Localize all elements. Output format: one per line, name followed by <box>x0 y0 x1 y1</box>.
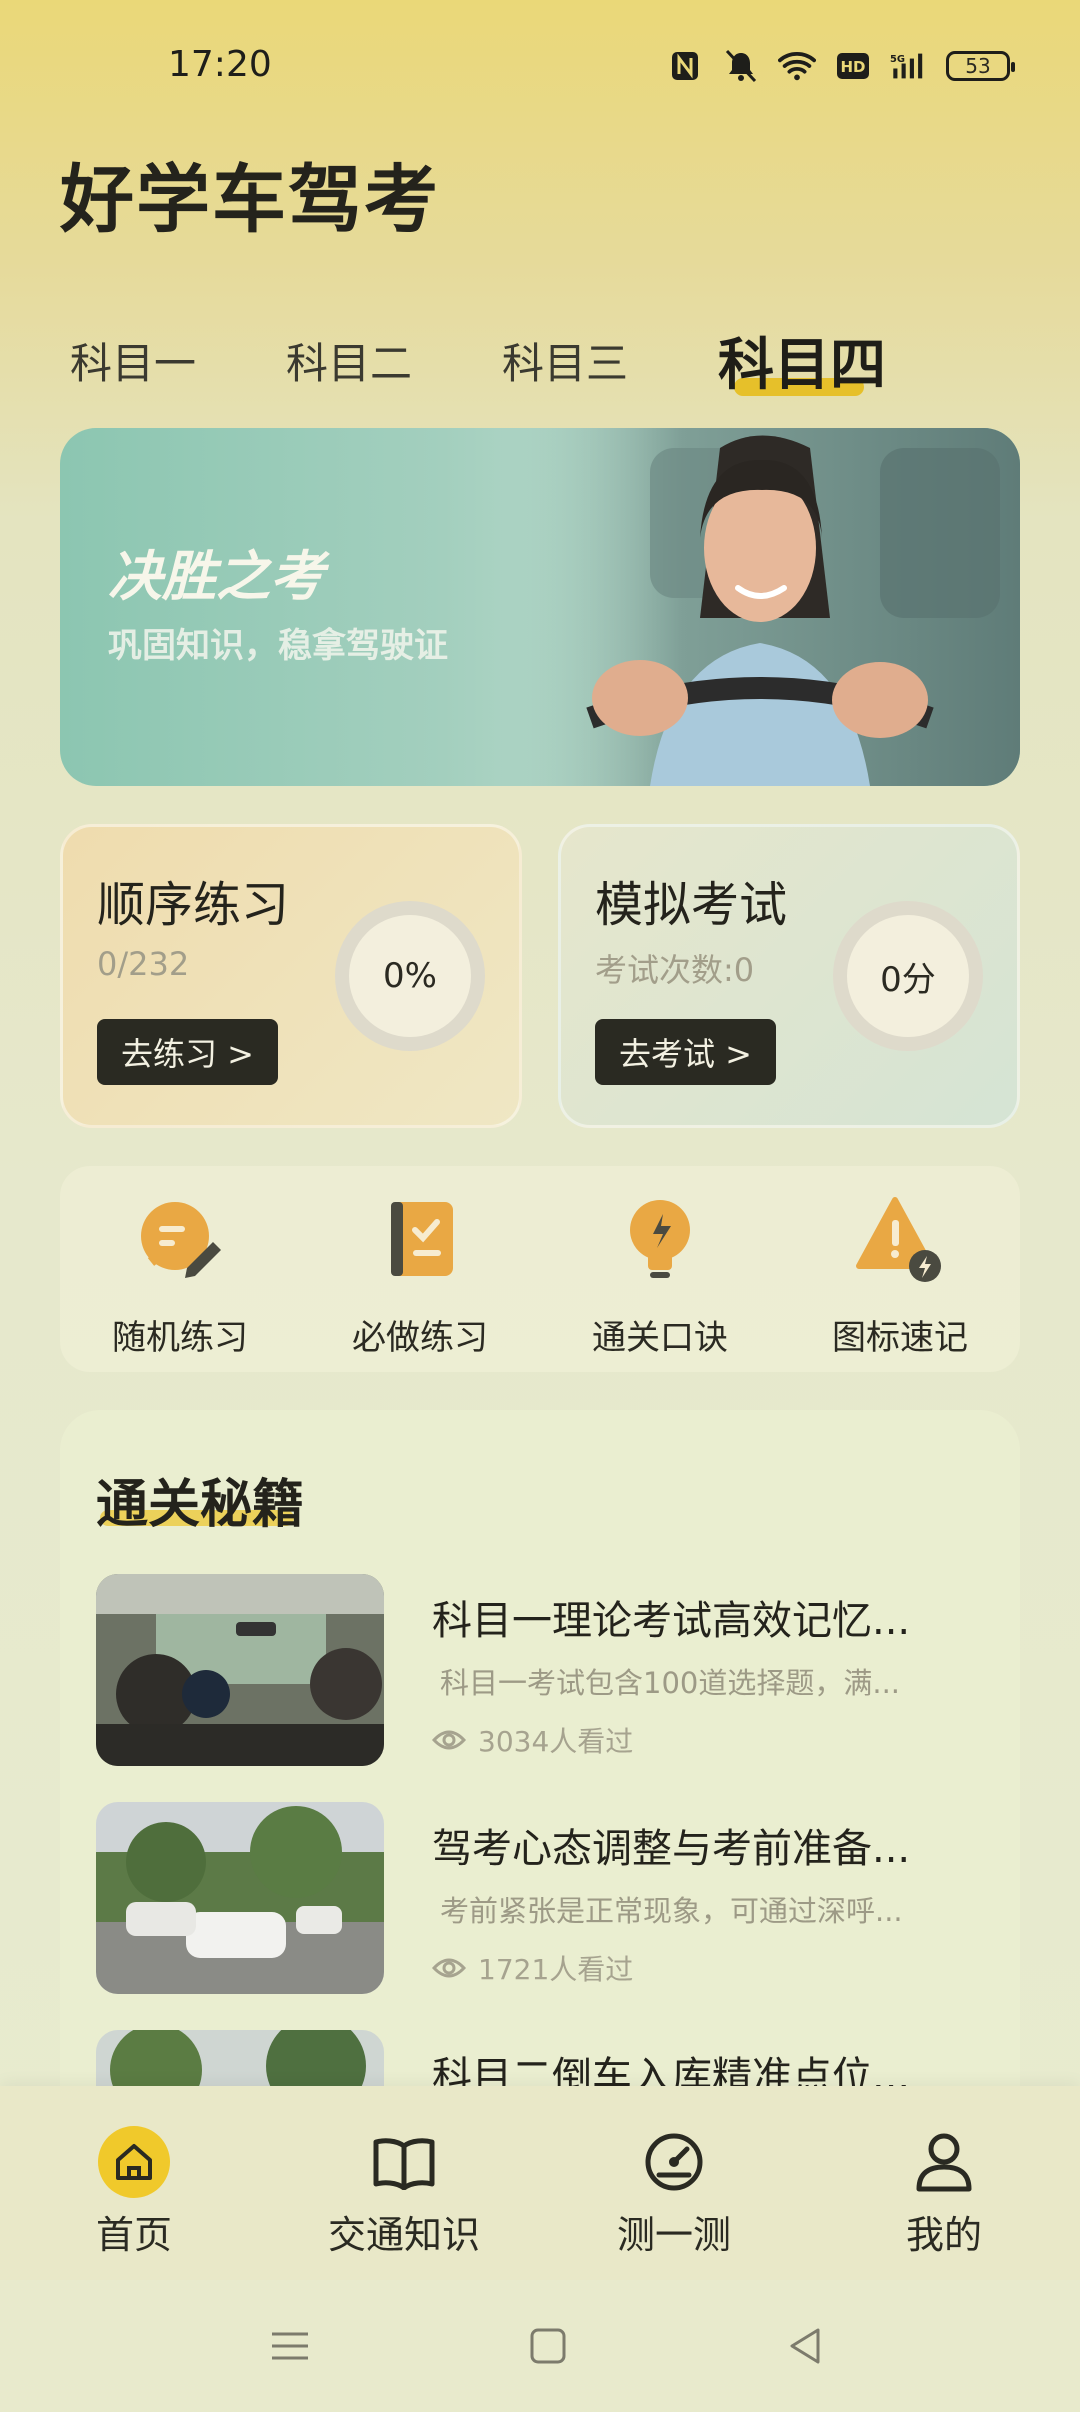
quick-label: 随机练习 <box>112 1318 248 1358</box>
quick-label: 通关口诀 <box>592 1318 728 1358</box>
nav-home[interactable]: 首页 <box>24 2126 244 2259</box>
status-time: 17:20 <box>168 44 272 85</box>
article-title: 驾考心态调整与考前准备... <box>432 1826 911 1872</box>
promo-banner[interactable]: 决胜之考 巩固知识，稳拿驾驶证 <box>60 428 1020 786</box>
back-icon[interactable] <box>782 2322 830 2370</box>
quick-random-practice[interactable]: 随机练习 <box>80 1194 280 1359</box>
nav-profile[interactable]: 我的 <box>834 2126 1054 2259</box>
practice-percent: 0% <box>383 956 437 996</box>
quick-actions: 随机练习 必做练习 通关口诀 图标速记 <box>60 1166 1020 1372</box>
system-nav-bar <box>0 2280 1080 2412</box>
card-title: 顺序练习 <box>97 877 290 933</box>
nav-label: 测一测 <box>616 2213 731 2257</box>
hd-icon: HD <box>834 48 872 84</box>
nav-label: 首页 <box>95 2213 172 2257</box>
mute-bell-icon <box>722 48 760 84</box>
tab-subject-4[interactable]: 科目四 <box>718 320 886 401</box>
home-square-icon[interactable] <box>524 2322 572 2370</box>
quick-required-practice[interactable]: 必做练习 <box>320 1194 520 1359</box>
article-desc: 科目一考试包含100道选择题，满... <box>440 1666 901 1700</box>
battery-icon: 53 <box>946 51 1015 81</box>
tips-title: 通关秘籍 <box>96 1475 305 1535</box>
go-exam-button[interactable]: 去考试 > <box>595 1019 776 1085</box>
status-icons: HD 5G 53 <box>666 48 1015 84</box>
exam-attempts: 考试次数:0 <box>595 951 755 989</box>
exam-score: 0分 <box>880 959 936 1000</box>
article-desc: 考前紧张是正常现象，可通过深呼... <box>440 1894 903 1928</box>
tips-section: 通关秘籍 科目一理论考试高效记忆... 科目一考试包含100道选择题，满... … <box>60 1410 1020 2130</box>
exam-score-ring: 0分 <box>833 901 983 1051</box>
warning-sign-icon <box>856 1197 941 1282</box>
nav-traffic-knowledge[interactable]: 交通知识 <box>294 2126 514 2259</box>
book-icon <box>368 2126 440 2198</box>
checklist-book-icon <box>391 1202 453 1276</box>
status-bar: 17:20 HD 5G 53 <box>0 0 1080 140</box>
practice-percent-ring: 0% <box>335 901 485 1051</box>
quick-label: 必做练习 <box>352 1318 488 1358</box>
eye-icon <box>432 1958 466 1978</box>
article-views: 1721人看过 <box>432 1948 633 1988</box>
svg-text:HD: HD <box>840 58 865 76</box>
subject-tabs: 科目一 科目二 科目三 科目四 <box>70 320 1030 410</box>
card-title: 模拟考试 <box>595 877 788 933</box>
views-count: 1721人看过 <box>478 1953 634 1986</box>
article-item[interactable]: 科目一理论考试高效记忆... 科目一考试包含100道选择题，满... 3034人… <box>96 1574 996 1766</box>
article-thumbnail <box>96 1802 384 1994</box>
article-views: 3034人看过 <box>432 1720 633 1760</box>
bottom-nav: 首页 交通知识 测一测 我的 <box>0 2086 1080 2280</box>
lightbulb-icon <box>630 1200 690 1278</box>
practice-progress: 0/232 <box>97 945 190 983</box>
user-icon <box>908 2126 980 2198</box>
article-item[interactable]: 驾考心态调整与考前准备... 考前紧张是正常现象，可通过深呼... 1721人看… <box>96 1802 996 1994</box>
quick-pass-tips[interactable]: 通关口诀 <box>560 1194 760 1359</box>
svg-text:5G: 5G <box>890 54 905 65</box>
article-thumbnail <box>96 1574 384 1766</box>
mock-exam-card[interactable]: 模拟考试 考试次数:0 去考试 > 0分 <box>558 824 1020 1128</box>
views-count: 3034人看过 <box>478 1725 634 1758</box>
nav-label: 我的 <box>905 2213 982 2257</box>
signal-5g-icon: 5G <box>890 48 928 84</box>
banner-subtitle: 巩固知识，稳拿驾驶证 <box>108 626 448 666</box>
gauge-icon <box>638 2126 710 2198</box>
tab-subject-3[interactable]: 科目三 <box>502 330 628 391</box>
pencil-chat-icon <box>141 1202 221 1278</box>
home-icon <box>98 2126 170 2198</box>
quick-label: 图标速记 <box>832 1318 968 1358</box>
article-title: 科目一理论考试高效记忆... <box>432 1598 911 1644</box>
menu-icon[interactable] <box>266 2322 314 2370</box>
nav-test[interactable]: 测一测 <box>564 2126 784 2259</box>
wifi-icon <box>778 48 816 84</box>
tab-subject-1[interactable]: 科目一 <box>70 330 196 391</box>
app-title: 好学车驾考 <box>60 157 440 243</box>
nav-label: 交通知识 <box>327 2213 480 2257</box>
go-practice-button[interactable]: 去练习 > <box>97 1019 278 1085</box>
banner-title: 决胜之考 <box>108 545 324 608</box>
banner-driver-photo <box>500 428 1020 786</box>
tab-subject-2[interactable]: 科目二 <box>286 330 412 391</box>
eye-icon <box>432 1730 466 1750</box>
nfc-icon <box>666 48 704 84</box>
quick-sign-memo[interactable]: 图标速记 <box>800 1194 1000 1359</box>
sequential-practice-card[interactable]: 顺序练习 0/232 去练习 > 0% <box>60 824 522 1128</box>
